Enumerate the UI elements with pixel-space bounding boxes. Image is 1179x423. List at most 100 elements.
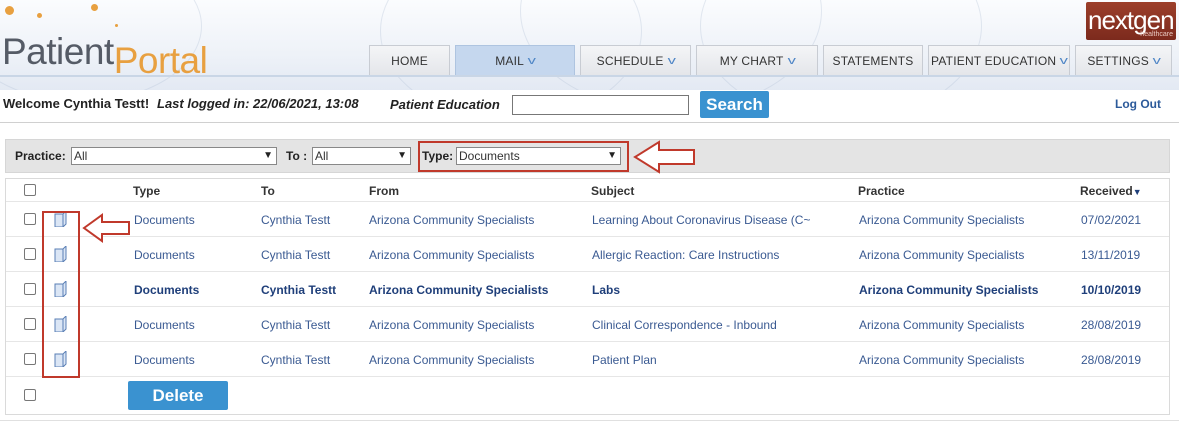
cell-type[interactable]: Documents — [134, 318, 195, 332]
cell-practice[interactable]: Arizona Community Specialists — [859, 283, 1038, 297]
cell-from[interactable]: Arizona Community Specialists — [369, 353, 534, 367]
row-divider — [6, 271, 1169, 272]
footer-checkbox[interactable] — [24, 389, 36, 401]
search-button[interactable]: Search — [700, 91, 769, 118]
chevron-down-icon: v — [667, 54, 676, 67]
page-divider — [0, 420, 1179, 421]
cell-from[interactable]: Arizona Community Specialists — [369, 318, 534, 332]
tab-label: MAIL — [495, 53, 525, 68]
cell-practice[interactable]: Arizona Community Specialists — [859, 353, 1024, 367]
cell-type[interactable]: Documents — [134, 248, 195, 262]
cell-subject[interactable]: Learning About Coronavirus Disease (C~ — [592, 213, 810, 227]
cell-to[interactable]: Cynthia Testt — [261, 283, 336, 297]
decorative-dot — [5, 6, 14, 15]
decorative-dot — [37, 13, 42, 18]
patient-education-label: Patient Education — [390, 97, 500, 112]
row-divider — [6, 341, 1169, 342]
cell-received[interactable]: 28/08/2019 — [1081, 353, 1141, 367]
column-header-to[interactable]: To — [261, 184, 275, 198]
row-checkbox[interactable] — [24, 213, 36, 225]
cell-subject[interactable]: Allergic Reaction: Care Instructions — [592, 248, 779, 262]
cell-practice[interactable]: Arizona Community Specialists — [859, 213, 1024, 227]
document-icons-highlight — [42, 211, 80, 378]
row-checkbox[interactable] — [24, 318, 36, 330]
divider — [0, 122, 1179, 123]
column-header-received[interactable]: Received▼ — [1080, 184, 1142, 198]
delete-button[interactable]: Delete — [128, 381, 228, 410]
left-arrow-annotation — [82, 213, 130, 243]
to-select-value: All — [315, 149, 329, 163]
column-header-type[interactable]: Type — [133, 184, 160, 198]
decorative-dot — [115, 24, 118, 27]
tab-patient-education[interactable]: PATIENT EDUCATION v — [928, 45, 1070, 75]
chevron-down-icon: v — [527, 54, 537, 67]
cell-from[interactable]: Arizona Community Specialists — [369, 213, 534, 227]
row-checkbox[interactable] — [24, 283, 36, 295]
cell-subject[interactable]: Clinical Correspondence - Inbound — [592, 318, 777, 332]
select-all-checkbox[interactable] — [24, 184, 36, 196]
tab-mail[interactable]: MAIL v — [455, 45, 575, 75]
welcome-message: Welcome Cynthia Testt! — [3, 96, 150, 111]
tab-label: SCHEDULE — [596, 53, 664, 68]
cell-to[interactable]: Cynthia Testt — [261, 248, 330, 262]
cell-from[interactable]: Arizona Community Specialists — [369, 248, 534, 262]
practice-select-value: All — [74, 149, 88, 163]
type-filter-highlight — [418, 141, 629, 172]
cell-type[interactable]: Documents — [134, 283, 199, 297]
cell-type[interactable]: Documents — [134, 213, 195, 227]
logout-link[interactable]: Log Out — [1115, 97, 1161, 111]
vendor-sub: healthcare — [1140, 31, 1173, 38]
tab-label: SETTINGS — [1087, 53, 1149, 68]
tab-home[interactable]: HOME — [369, 45, 450, 75]
row-checkbox[interactable] — [24, 248, 36, 260]
to-filter-label: To : — [286, 149, 308, 163]
chevron-down-icon: v — [1152, 54, 1162, 67]
tab-label: STATEMENTS — [832, 53, 914, 68]
tab-my-chart[interactable]: MY CHART v — [696, 45, 818, 75]
cell-practice[interactable]: Arizona Community Specialists — [859, 248, 1024, 262]
cell-to[interactable]: Cynthia Testt — [261, 353, 330, 367]
chevron-down-icon: v — [1059, 54, 1069, 67]
decorative-dot — [91, 4, 98, 11]
tab-label: HOME — [391, 53, 428, 68]
chevron-down-icon: ▼ — [397, 150, 407, 161]
cell-received[interactable]: 13/11/2019 — [1081, 248, 1140, 262]
row-divider — [6, 201, 1169, 202]
row-divider — [6, 306, 1169, 307]
cell-practice[interactable]: Arizona Community Specialists — [859, 318, 1024, 332]
received-header-label: Received — [1080, 184, 1133, 198]
cell-to[interactable]: Cynthia Testt — [261, 318, 330, 332]
cell-to[interactable]: Cynthia Testt — [261, 213, 330, 227]
column-header-subject[interactable]: Subject — [591, 184, 634, 198]
cell-type[interactable]: Documents — [134, 353, 195, 367]
tab-statements[interactable]: STATEMENTS — [823, 45, 923, 75]
column-header-from[interactable]: From — [369, 184, 399, 198]
patient-portal-logo[interactable]: PatientPortal — [2, 30, 208, 81]
cell-received[interactable]: 28/08/2019 — [1081, 318, 1141, 332]
logo-text-patient: Patient — [2, 31, 114, 72]
chevron-down-icon: v — [787, 54, 796, 67]
row-divider — [6, 236, 1169, 237]
last-login: Last logged in: 22/06/2021, 13:08 — [157, 96, 359, 111]
tab-label: PATIENT EDUCATION — [931, 53, 1057, 68]
left-arrow-annotation — [633, 140, 695, 174]
cell-from[interactable]: Arizona Community Specialists — [369, 283, 548, 297]
to-select[interactable]: All ▼ — [312, 147, 411, 165]
row-divider — [6, 376, 1169, 377]
nextgen-logo: nextgen healthcare — [1086, 2, 1176, 40]
nav-divider — [0, 75, 1179, 77]
chevron-down-icon: ▼ — [263, 150, 273, 161]
tab-label: MY CHART — [719, 53, 784, 68]
column-header-practice[interactable]: Practice — [858, 184, 905, 198]
practice-filter-label: Practice: — [15, 149, 66, 163]
sort-desc-icon: ▼ — [1132, 187, 1142, 197]
cell-subject[interactable]: Patient Plan — [592, 353, 657, 367]
cell-received[interactable]: 10/10/2019 — [1081, 283, 1141, 297]
tab-settings[interactable]: SETTINGS v — [1075, 45, 1172, 75]
tab-schedule[interactable]: SCHEDULE v — [580, 45, 691, 75]
patient-education-search-input[interactable] — [512, 95, 689, 115]
practice-select[interactable]: All ▼ — [71, 147, 277, 165]
cell-received[interactable]: 07/02/2021 — [1081, 213, 1141, 227]
row-checkbox[interactable] — [24, 353, 36, 365]
cell-subject[interactable]: Labs — [592, 283, 620, 297]
